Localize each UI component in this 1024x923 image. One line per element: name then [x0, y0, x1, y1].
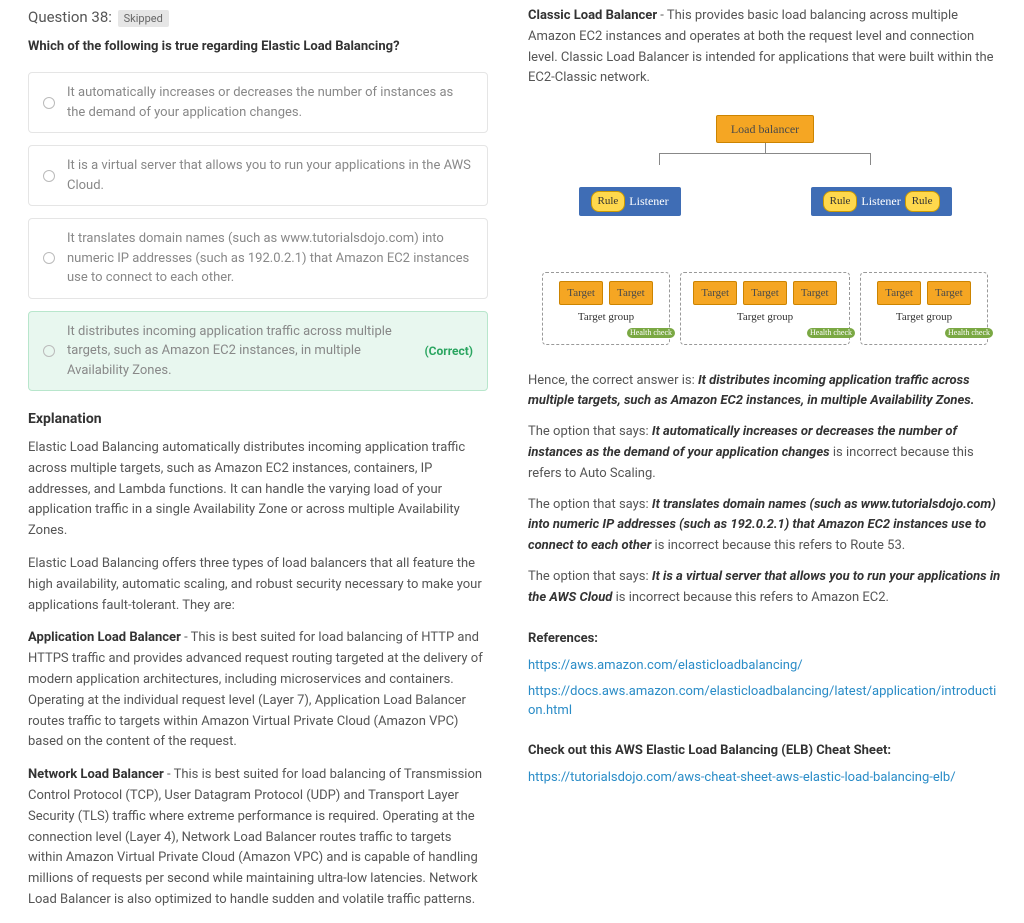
clb-paragraph: Classic Load Balancer - This provides ba…	[528, 6, 1002, 89]
diagram-tg-label: Target group	[867, 309, 981, 326]
choice-3[interactable]: It translates domain names (such as www.…	[28, 218, 488, 299]
alb-paragraph: Application Load Balancer - This is best…	[28, 628, 488, 753]
connector	[534, 143, 996, 165]
incorrect-opt3: The option that says: It is a virtual se…	[528, 567, 1002, 609]
choice-text: It translates domain names (such as www.…	[67, 229, 473, 288]
nlb-label: Network Load Balancer	[28, 767, 164, 782]
diagram-rule: Rule	[591, 191, 626, 212]
reference-link-1[interactable]: https://aws.amazon.com/elasticloadbalanc…	[528, 656, 1002, 676]
diagram-listener-label: Listener	[861, 192, 900, 210]
incorrect-opt1: The option that says: It automatically i…	[528, 422, 1002, 484]
diagram-target-group: Target Target Target group Health check	[542, 272, 670, 345]
nlb-text: - This is best suited for load balancing…	[28, 767, 482, 907]
diagram-listener-right: Rule Listener Rule	[811, 187, 952, 216]
diagram-tg-label: Target group	[549, 309, 663, 326]
diagram-target: Target	[693, 281, 737, 306]
choice-2[interactable]: It is a virtual server that allows you t…	[28, 145, 488, 206]
diagram-load-balancer: Load balancer	[716, 115, 814, 143]
choice-4-correct[interactable]: It distributes incoming application traf…	[28, 311, 488, 392]
diagram-health-check: Health check	[945, 328, 993, 338]
status-badge: Skipped	[118, 10, 169, 27]
diagram-rule: Rule	[823, 191, 858, 212]
elb-diagram: Load balancer Rule Listener Rule Listene…	[528, 105, 1002, 351]
choice-text: It is a virtual server that allows you t…	[67, 156, 473, 195]
opt-prefix: The option that says:	[528, 497, 652, 512]
diagram-target: Target	[877, 281, 921, 306]
opt-prefix: The option that says:	[528, 424, 652, 439]
diagram-target: Target	[609, 281, 653, 306]
alb-text: - This is best suited for load balancing…	[28, 630, 483, 749]
diagram-target: Target	[743, 281, 787, 306]
diagram-listener-label: Listener	[629, 192, 668, 210]
diagram-listener-left: Rule Listener	[579, 187, 681, 216]
opt-tail: is incorrect because this refers to Amaz…	[612, 590, 889, 605]
clb-label: Classic Load Balancer	[528, 8, 657, 23]
connector	[534, 216, 996, 244]
diagram-target: Target	[793, 281, 837, 306]
explanation-p1: Elastic Load Balancing automatically dis…	[28, 438, 488, 542]
cheatsheet-link[interactable]: https://tutorialsdojo.com/aws-cheat-shee…	[528, 768, 1002, 788]
nlb-paragraph: Network Load Balancer - This is best sui…	[28, 765, 488, 911]
radio-icon	[43, 170, 55, 182]
explanation-p2: Elastic Load Balancing offers three type…	[28, 554, 488, 616]
question-header: Question 38: Skipped	[28, 6, 488, 29]
choice-1[interactable]: It automatically increases or decreases …	[28, 72, 488, 133]
opt-prefix: The option that says:	[528, 569, 652, 584]
diagram-target: Target	[559, 281, 603, 306]
incorrect-opt2: The option that says: It translates doma…	[528, 495, 1002, 557]
diagram-tg-label: Target group	[687, 309, 843, 326]
choice-text: It distributes incoming application traf…	[67, 322, 412, 381]
reference-link-2[interactable]: https://docs.aws.amazon.com/elasticloadb…	[528, 682, 1002, 721]
radio-icon	[43, 345, 55, 357]
diagram-health-check: Health check	[627, 328, 675, 338]
correct-tag: (Correct)	[424, 342, 473, 360]
opt-tail: is incorrect because this refers to Rout…	[651, 538, 905, 553]
radio-icon	[43, 97, 55, 109]
diagram-rule: Rule	[905, 191, 940, 212]
diagram-target-group: Target Target Target group Health check	[860, 272, 988, 345]
hence-paragraph: Hence, the correct answer is: It distrib…	[528, 371, 1002, 413]
diagram-target: Target	[927, 281, 971, 306]
diagram-target-group: Target Target Target Target group Health…	[680, 272, 850, 345]
alb-label: Application Load Balancer	[28, 630, 181, 645]
radio-icon	[43, 252, 55, 264]
cheatsheet-heading: Check out this AWS Elastic Load Balancin…	[528, 741, 1002, 761]
explanation-heading: Explanation	[28, 409, 488, 430]
diagram-health-check: Health check	[807, 328, 855, 338]
question-number: Question 38:	[28, 8, 112, 26]
references-heading: References:	[528, 629, 1002, 649]
hence-prefix: Hence, the correct answer is:	[528, 373, 698, 388]
choice-text: It automatically increases or decreases …	[67, 83, 473, 122]
question-text: Which of the following is true regarding…	[28, 37, 488, 57]
